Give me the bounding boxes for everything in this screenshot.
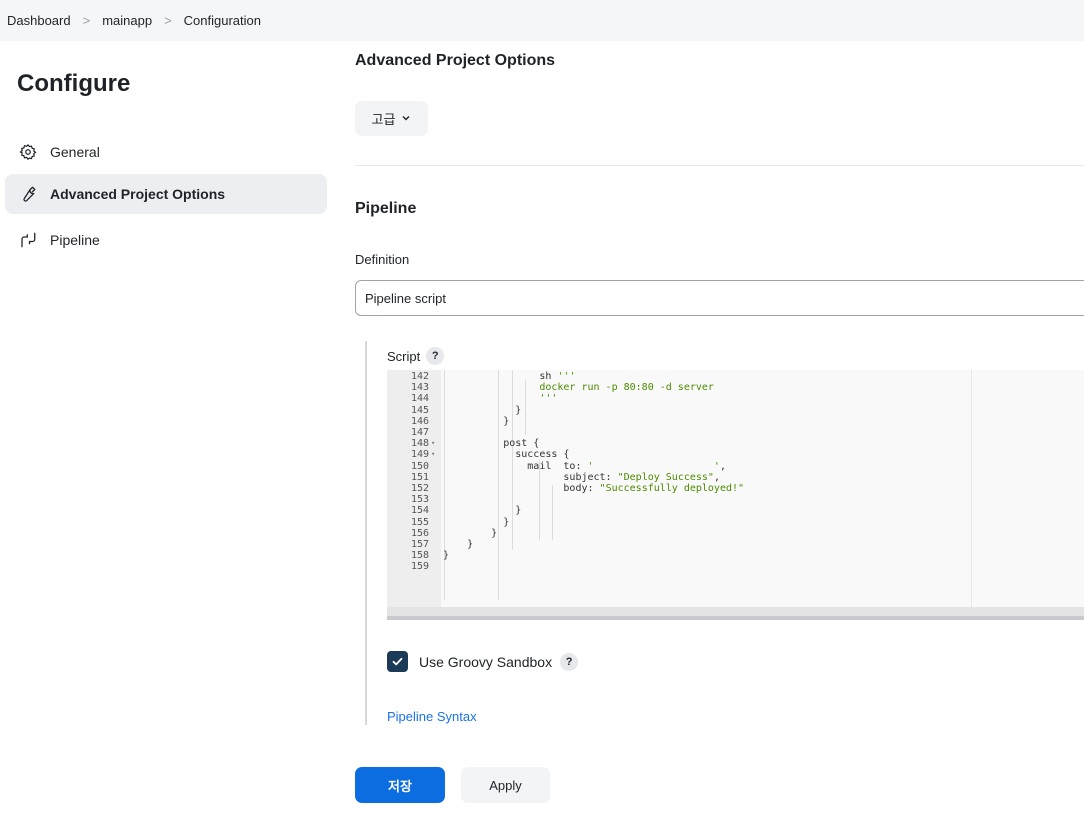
code-text: } [443,505,522,517]
code-text: } [443,539,474,550]
code-text: } [443,550,450,562]
advanced-button-label: 고급 [371,112,396,127]
code-line: 145 } [387,405,1084,416]
code-text: body: "Successfully deployed!" [443,483,745,494]
code-line: 144 ''' [387,393,1084,404]
code-line: 143 docker run -p 80:80 -d server [387,382,1084,393]
line-number: 156 [410,527,429,539]
line-number: 159 [410,561,429,573]
code-line: 147 [387,427,1084,438]
code-line: 152 body: "Successfully deployed!" [387,483,1084,494]
code-text: post { [443,438,540,450]
code-text: } [443,516,510,528]
sidebar-item-label: Pipeline [50,232,100,248]
code-text: subject: "Deploy Success", [443,471,720,483]
script-label: Script [387,348,421,364]
definition-label: Definition [355,252,410,267]
chevron-down-icon [401,111,411,126]
line-number: 157 [410,539,429,550]
code-line: 154 } [387,505,1084,516]
sidebar-title: Configure [17,70,131,97]
line-number: 146 [410,415,429,427]
code-text: success { [443,449,570,461]
breadcrumb: Dashboard > mainapp > Configuration [0,0,1084,41]
chevron-right-icon: > [164,13,172,28]
line-number: 143 [410,382,429,394]
line-number: 150 [410,460,429,472]
checkmark-icon [392,657,403,666]
line-number: 145 [410,404,429,416]
line-number: 149 [410,449,429,461]
code-text: sh ''' [443,371,576,382]
code-line: 153 [387,494,1084,505]
groovy-sandbox-label-row: Use Groovy Sandbox ? [419,653,579,671]
definition-select[interactable]: Pipeline script [355,280,1084,316]
sidebar-item-label: Advanced Project Options [50,186,226,202]
code-line: 148 ▾ post { [387,438,1084,449]
advanced-heading: Advanced Project Options [355,52,556,69]
sidebar-item-label: General [50,144,100,160]
code-line: 157 } [387,539,1084,550]
gear-icon [18,142,38,162]
advanced-button[interactable]: 고급 [355,101,428,136]
code-line: 149 ▾ success { [387,449,1084,460]
code-text: ''' [443,393,558,405]
line-number: 153 [410,494,429,506]
code-text: mail to: ' ', [443,460,726,472]
fold-toggle-icon[interactable]: ▾ [431,449,435,460]
fold-toggle-icon[interactable]: ▾ [431,438,435,449]
wrench-icon [18,184,38,204]
definition-select-value: Pipeline script [365,290,446,306]
code-text: } [443,527,498,539]
sidebar-item-pipeline[interactable]: Pipeline [5,220,327,260]
pipeline-syntax-link[interactable]: Pipeline Syntax [387,709,477,724]
script-help-icon[interactable]: ? [426,347,445,365]
sidebar-item-advanced-project-options[interactable]: Advanced Project Options [5,174,327,214]
groovy-sandbox-checkbox[interactable] [387,651,408,672]
code-line: 158} [387,550,1084,561]
sandbox-help-icon[interactable]: ? [560,653,579,671]
code-line: 151 subject: "Deploy Success", [387,472,1084,483]
line-number: 152 [410,483,429,494]
breadcrumb-mainapp[interactable]: mainapp [102,13,152,28]
breadcrumb-dashboard[interactable]: Dashboard [7,13,71,28]
chevron-right-icon: > [82,13,91,28]
code-text: } [443,415,510,427]
pipeline-icon [18,230,38,250]
line-number: 158 [410,550,429,562]
line-number: 142 [410,371,429,382]
script-label-row: Script ? [387,347,445,365]
groovy-sandbox-label[interactable]: Use Groovy Sandbox [419,654,552,670]
sidebar-item-general[interactable]: General [5,132,327,172]
apply-button[interactable]: Apply [461,767,550,803]
script-editor[interactable]: 142 sh ''' 143 docker run -p 80:80 -d ser… [387,370,1084,620]
code-text: } [443,404,522,416]
code-line: 155 } [387,517,1084,528]
code-line: 142 sh ''' [387,371,1084,382]
line-number: 151 [410,471,429,483]
code-line: 156 } [387,528,1084,539]
code-line: 146 } [387,416,1084,427]
line-number: 147 [410,427,429,438]
line-number: 155 [410,516,429,528]
section-divider [355,165,1084,166]
line-number: 154 [410,505,429,517]
breadcrumb-configuration[interactable]: Configuration [184,13,261,28]
line-number: 148 [410,438,429,450]
editor-active-line [387,607,1084,616]
line-number: 144 [410,393,429,405]
code-text: docker run -p 80:80 -d server [443,382,714,394]
save-button[interactable]: 저장 [355,767,445,803]
code-line: 159 [387,561,1084,572]
code-line: 150 mail to: ' ', [387,461,1084,472]
section-rule [365,341,367,725]
pipeline-heading: Pipeline [355,200,417,217]
